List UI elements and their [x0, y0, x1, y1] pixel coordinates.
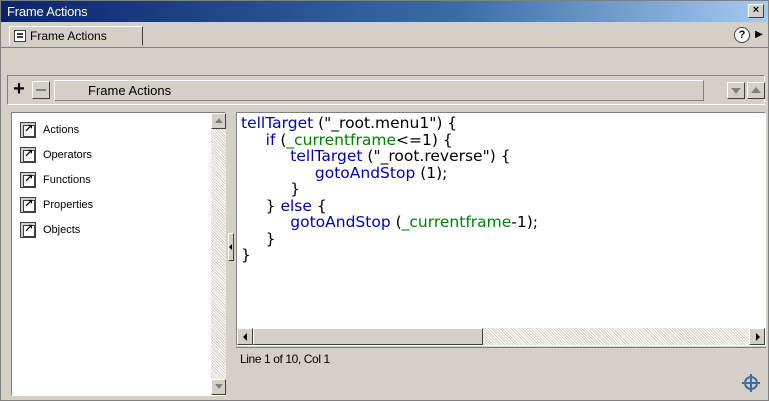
scroll-down-button[interactable] — [211, 379, 226, 395]
toolbox-item-label: Actions — [43, 124, 80, 136]
book-icon — [20, 147, 36, 163]
toolbox-item-properties[interactable]: Properties — [20, 194, 93, 216]
code-line: } — [241, 229, 538, 248]
code-text: } — [265, 229, 276, 248]
code-line: tellTarget ("_root.reverse") { — [241, 148, 538, 165]
code-text: <=1) { — [396, 130, 453, 149]
toolbox-item-label: Properties — [43, 199, 94, 211]
code-line: } — [241, 181, 538, 198]
code-property: _currentframe — [286, 130, 397, 149]
code-text: ("_root.reverse") { — [362, 147, 511, 165]
editor-horizontal-scrollbar[interactable] — [237, 328, 765, 345]
help-button[interactable]: ? — [734, 27, 750, 43]
arrow-down-icon — [214, 384, 223, 389]
toolbox-scrollbar[interactable] — [211, 113, 226, 395]
code-line: gotoAndStop (_currentframe-1); — [241, 214, 538, 231]
code-keyword: else — [280, 196, 312, 215]
arrow-down-icon — [731, 88, 741, 94]
code-text: } — [241, 246, 251, 264]
code-keyword: gotoAndStop — [314, 163, 416, 182]
code-keyword: gotoAndStop — [290, 213, 391, 231]
tab-label: Frame Actions — [30, 29, 107, 43]
move-down-button[interactable] — [727, 82, 745, 99]
book-icon — [20, 197, 36, 213]
minus-icon — [36, 89, 46, 91]
title-bar[interactable]: Frame Actions × — [1, 1, 768, 22]
actions-toolbox: Actions Operators Functions Properties O… — [11, 112, 226, 396]
code-text: ( — [390, 213, 402, 231]
code-keyword: if — [265, 130, 276, 149]
panel-menu-button[interactable]: ▶ — [753, 27, 765, 43]
actions-toolbar: + Frame Actions — [1, 49, 768, 109]
move-up-button[interactable] — [747, 82, 765, 99]
toolbox-item-actions[interactable]: Actions — [20, 119, 79, 141]
bottom-strip — [236, 370, 766, 396]
code-text: { — [311, 196, 327, 215]
code-keyword: tellTarget — [241, 114, 314, 132]
script-code[interactable]: tellTarget ("_root.menu1") { if (_curren… — [241, 115, 538, 264]
add-statement-button[interactable]: + — [10, 79, 28, 99]
code-line: if (_currentframe<=1) { — [241, 130, 538, 149]
arrow-up-icon — [751, 87, 761, 93]
tab-frame-actions[interactable]: Frame Actions — [9, 26, 143, 46]
code-text: } — [290, 180, 301, 198]
scroll-left-button[interactable] — [237, 328, 253, 345]
code-text: ("_root.menu1") { — [313, 114, 458, 132]
tab-bar: Frame Actions ? ▶ — [1, 22, 768, 48]
code-line: tellTarget ("_root.menu1") { — [241, 115, 538, 132]
code-line: } else { — [241, 196, 538, 215]
toolbox-item-label: Objects — [43, 224, 81, 236]
window-title: Frame Actions — [7, 4, 88, 19]
cursor-position: Line 1 of 10, Col 1 — [240, 352, 330, 366]
scroll-up-button[interactable] — [211, 113, 226, 129]
toolbox-item-label: Functions — [43, 174, 91, 186]
code-line: } — [241, 247, 538, 264]
toolbox-item-objects[interactable]: Objects — [20, 219, 80, 241]
status-bar: Line 1 of 10, Col 1 — [236, 347, 766, 369]
toolbox-item-functions[interactable]: Functions — [20, 169, 91, 191]
toolbox-item-operators[interactable]: Operators — [20, 144, 92, 166]
collapse-toolbox-handle[interactable] — [228, 233, 234, 261]
book-icon — [20, 122, 36, 138]
book-icon — [20, 222, 36, 238]
code-keyword: tellTarget — [290, 147, 363, 165]
target-icon[interactable] — [742, 374, 760, 392]
code-text: (1); — [415, 163, 448, 182]
scroll-thumb[interactable] — [253, 328, 483, 345]
code-text: ( — [275, 130, 287, 149]
remove-statement-button[interactable] — [32, 81, 50, 99]
scroll-right-button[interactable] — [749, 328, 765, 345]
script-editor[interactable]: tellTarget ("_root.menu1") { if (_curren… — [236, 112, 766, 346]
frame-actions-panel: Frame Actions × Frame Actions ? ▶ + Fram… — [0, 0, 769, 401]
arrow-up-icon — [214, 118, 223, 123]
close-button[interactable]: × — [748, 4, 764, 18]
code-property: _currentframe — [401, 213, 512, 231]
code-line: gotoAndStop (1); — [241, 163, 538, 182]
script-path-label: Frame Actions — [54, 80, 704, 101]
book-icon — [20, 172, 36, 188]
code-text: -1); — [511, 213, 539, 231]
toolbox-item-label: Operators — [43, 149, 92, 161]
code-text: } — [265, 196, 281, 215]
actions-panel-icon — [14, 30, 26, 42]
